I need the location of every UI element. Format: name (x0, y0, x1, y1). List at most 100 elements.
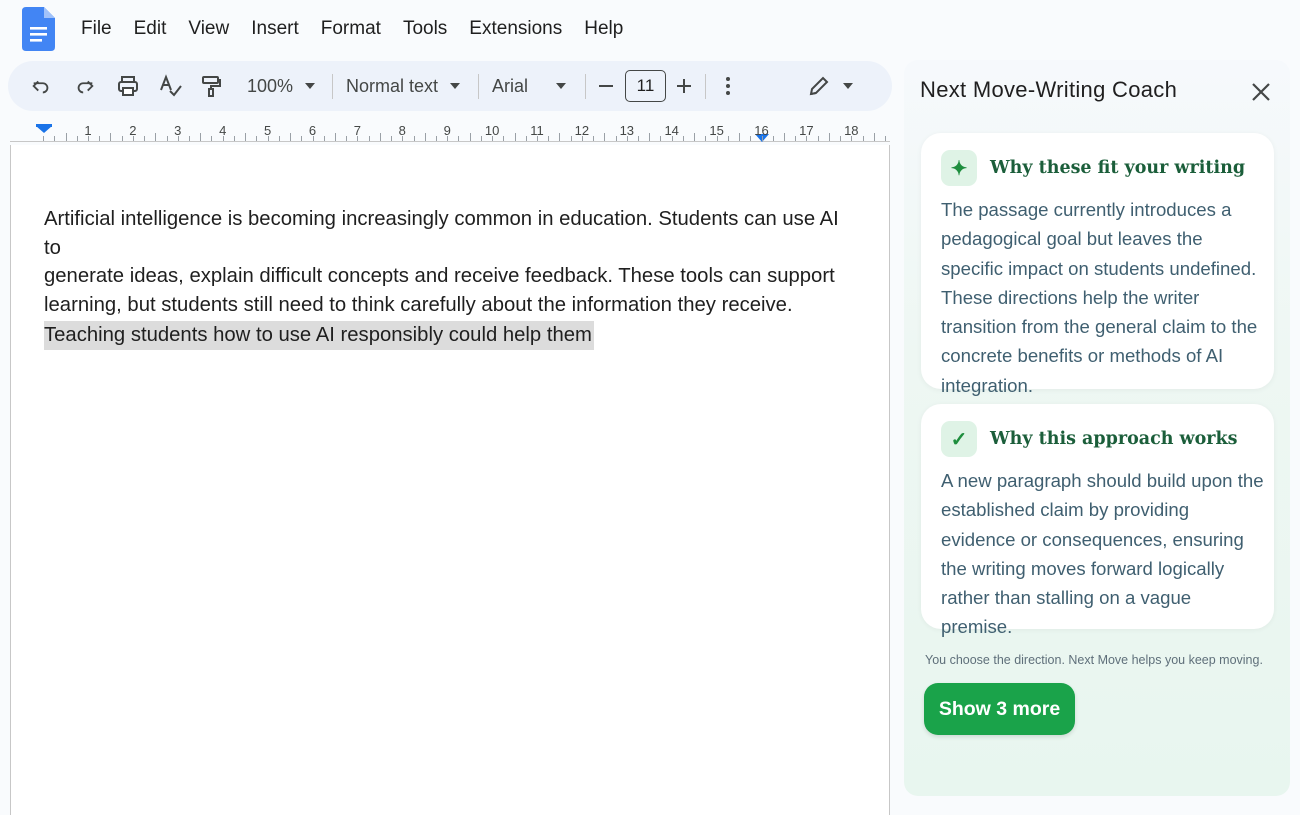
ruler-tick (155, 133, 157, 141)
font-size-input[interactable]: 11 (625, 70, 666, 102)
ruler-tick (177, 136, 179, 141)
ruler-tick (200, 133, 202, 141)
sparkle-icon: ✦ (941, 150, 977, 186)
decrease-font-size-button[interactable] (594, 69, 618, 103)
panel-title: Next Move-Writing Coach (920, 77, 1178, 102)
ruler-tick (447, 136, 449, 141)
ruler-tick (660, 136, 662, 141)
menu-help[interactable]: Help (573, 18, 634, 40)
ruler-tick (233, 136, 235, 141)
toolbar-divider (478, 74, 479, 99)
menu-view[interactable]: View (177, 18, 240, 40)
ruler-tick (110, 133, 112, 141)
card-body: The passage currently introduces a pedag… (941, 199, 1258, 396)
paragraph-style-value: Normal text (346, 75, 439, 96)
ruler-tick (525, 136, 527, 141)
ruler-tick (694, 133, 696, 141)
ruler-tick (424, 133, 426, 141)
ruler-tick (772, 136, 774, 141)
ruler-tick (402, 136, 404, 141)
document-body[interactable]: Artificial intelligence is becoming incr… (44, 205, 844, 350)
ruler-tick (570, 136, 572, 141)
ruler-tick (88, 136, 89, 141)
ruler-tick (379, 133, 381, 141)
menu-tools[interactable]: Tools (392, 18, 458, 40)
card-title: Why this approach works (990, 429, 1238, 449)
ruler-tick (716, 136, 718, 141)
ruler-tick (346, 136, 348, 141)
ruler-tick (851, 136, 853, 141)
ruler-tick (222, 136, 224, 141)
menu-file[interactable]: File (70, 18, 123, 40)
document-page[interactable]: Artificial intelligence is becoming incr… (10, 145, 890, 815)
google-docs-logo-icon[interactable] (22, 7, 55, 51)
undo-button[interactable] (26, 69, 56, 103)
toolbar-divider (585, 74, 586, 99)
chevron-down-icon (450, 83, 461, 89)
ruler-tick (862, 136, 864, 141)
ruler-tick (480, 136, 482, 141)
ruler-tick (682, 136, 684, 141)
ruler-tick (245, 133, 247, 141)
ruler-tick (458, 136, 460, 141)
ruler-tick (626, 136, 628, 141)
menu-items: File Edit View Insert Format Tools Exten… (70, 18, 634, 40)
font-value: Arial (492, 75, 529, 96)
ruler-tick (828, 133, 830, 141)
card-title: Why these fit your writing (990, 158, 1246, 178)
spellcheck-icon (160, 74, 182, 97)
ruler-tick (604, 133, 606, 141)
more-options-button[interactable] (716, 69, 740, 103)
chevron-down-icon (843, 83, 853, 89)
font-select[interactable]: Arial (492, 69, 578, 103)
menu-edit[interactable]: Edit (123, 18, 178, 40)
ruler-tick (278, 136, 280, 141)
close-icon[interactable] (1249, 80, 1273, 104)
paragraph-style-select[interactable]: Normal text (346, 69, 468, 103)
ruler-tick (189, 136, 191, 141)
ruler-tick (267, 136, 269, 141)
ruler-tick (817, 136, 819, 141)
paint-format-button[interactable] (196, 69, 226, 103)
ruler-tick (761, 136, 763, 141)
panel-footnote: You choose the direction. Next Move help… (925, 653, 1263, 667)
ruler-tick (795, 136, 797, 141)
card-header: ✓ Why this approach works (941, 421, 1238, 457)
ruler-tick (705, 136, 707, 141)
ruler-tick (334, 133, 336, 141)
pen-edit-icon (809, 76, 829, 96)
paint-format-icon (202, 76, 221, 97)
ruler-tick (593, 136, 595, 141)
ruler-tick (211, 136, 213, 141)
print-button[interactable] (112, 69, 144, 103)
spellcheck-button[interactable] (155, 69, 185, 103)
approach-explanation-card: ✓ Why this approach works A new paragrap… (921, 404, 1274, 637)
document-line: generate ideas, explain difficult concep… (44, 265, 835, 287)
show-more-button[interactable]: Show 3 more (924, 683, 1075, 735)
first-line-indent-marker[interactable] (36, 124, 52, 127)
ruler-tick (435, 136, 437, 141)
ruler-tick (638, 136, 640, 141)
ruler-tick (503, 136, 505, 141)
increase-font-size-button[interactable] (672, 69, 696, 103)
selected-text[interactable]: Teaching students how to use AI responsi… (44, 321, 594, 350)
ruler-tick (840, 136, 842, 141)
ruler-tick (514, 133, 516, 141)
menu-insert[interactable]: Insert (240, 18, 310, 40)
ruler-tick (750, 136, 752, 141)
ruler-tick (132, 136, 134, 141)
editing-mode-button[interactable] (800, 69, 860, 103)
ruler-tick (76, 136, 78, 141)
ruler-tick (873, 133, 875, 141)
ruler-tick (54, 136, 56, 141)
ruler-tick (301, 136, 303, 141)
menu-format[interactable]: Format (310, 18, 392, 40)
zoom-select[interactable]: 100% (241, 69, 321, 103)
print-icon (118, 76, 138, 96)
undo-icon (32, 80, 49, 94)
menu-extensions[interactable]: Extensions (458, 18, 573, 40)
left-indent-marker[interactable] (36, 126, 52, 133)
ruler-tick (65, 133, 67, 141)
redo-button[interactable] (70, 69, 100, 103)
ruler-tick (368, 136, 370, 141)
